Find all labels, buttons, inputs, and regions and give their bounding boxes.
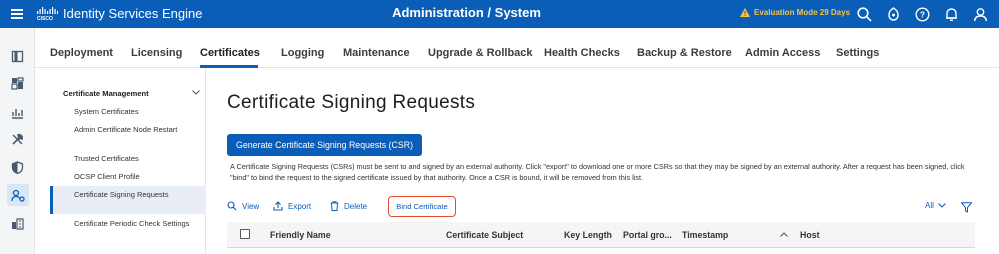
sort-ascending-icon[interactable] — [780, 232, 788, 237]
tab-backup-restore[interactable]: Backup & Restore — [637, 47, 732, 59]
tab-admin-access[interactable]: Admin Access — [745, 47, 820, 59]
view-label: View — [242, 201, 260, 211]
dashboard-icon[interactable] — [8, 74, 26, 92]
export-icon — [273, 201, 283, 211]
description-text: A Certificate Signing Requests (CSRs) mu… — [230, 162, 965, 182]
interactive-help-icon[interactable] — [884, 5, 902, 23]
sidebar-item-certificate-signing-requests[interactable]: Certificate Signing Requests — [50, 186, 206, 214]
delete-label: Delete — [344, 201, 368, 211]
chevron-down-icon — [938, 203, 946, 208]
export-label: Export — [288, 201, 312, 211]
tab-logging[interactable]: Logging — [281, 47, 324, 59]
sidebar-item-system-certificates[interactable]: System Certificates — [50, 107, 206, 117]
evaluation-badge[interactable]: Evaluation Mode 29 Days — [740, 8, 850, 17]
bookmark-icon[interactable] — [8, 47, 26, 65]
tab-upgrade-rollback[interactable]: Upgrade & Rollback — [428, 47, 533, 59]
delete-button[interactable]: Delete — [330, 201, 367, 211]
view-button[interactable]: View — [227, 201, 259, 211]
help-icon[interactable]: ? — [913, 5, 931, 23]
filter-icon[interactable] — [961, 202, 972, 213]
active-tab-indicator — [200, 65, 258, 68]
search-icon — [227, 201, 237, 211]
tab-bar: Deployment Licensing Certificates Loggin… — [35, 28, 999, 68]
page-title: Certificate Signing Requests — [227, 92, 476, 113]
sidebar-item-admin-certificate-node-restart[interactable]: Admin Certificate Node Restart — [50, 125, 206, 135]
evaluation-text: Evaluation Mode 29 Days — [754, 8, 851, 17]
sidebar-item-trusted-certificates[interactable]: Trusted Certificates — [50, 154, 206, 164]
tab-health-checks[interactable]: Health Checks — [544, 47, 620, 59]
operations-icon[interactable] — [8, 130, 26, 148]
column-key-length[interactable]: Key Length — [564, 230, 612, 240]
export-button[interactable]: Export — [273, 201, 311, 211]
notifications-bell-icon[interactable] — [942, 5, 960, 23]
left-icon-rail — [0, 28, 35, 254]
column-certificate-subject[interactable]: Certificate Subject — [446, 230, 523, 240]
top-header: CISCO Identity Services Engine Administr… — [0, 0, 999, 28]
sidebar-item-ocsp-client-profile[interactable]: OCSP Client Profile — [50, 172, 206, 182]
bind-certificate-button[interactable]: Bind Certificate — [388, 196, 456, 217]
warning-icon — [740, 8, 750, 17]
filter-dropdown[interactable]: All — [925, 201, 946, 210]
trash-icon — [330, 201, 339, 211]
context-visibility-icon[interactable] — [8, 103, 26, 121]
svg-text:?: ? — [920, 10, 925, 19]
tab-settings[interactable]: Settings — [836, 47, 879, 59]
column-host[interactable]: Host — [800, 230, 820, 240]
search-icon[interactable] — [855, 5, 873, 23]
filter-label: All — [925, 201, 934, 210]
select-all-checkbox[interactable] — [240, 229, 250, 239]
tab-licensing[interactable]: Licensing — [131, 47, 182, 59]
user-profile-icon[interactable] — [971, 5, 989, 23]
tab-maintenance[interactable]: Maintenance — [343, 47, 410, 59]
policy-icon[interactable] — [8, 158, 26, 176]
tab-certificates[interactable]: Certificates — [200, 47, 260, 59]
sidebar-heading: Certificate Management — [63, 89, 149, 98]
column-friendly-name[interactable]: Friendly Name — [270, 230, 331, 240]
sidebar-item-certificate-periodic-check-settings[interactable]: Certificate Periodic Check Settings — [50, 219, 206, 229]
column-timestamp[interactable]: Timestamp — [682, 230, 728, 240]
table-header: Friendly Name Certificate Subject Key Le… — [227, 222, 975, 248]
sidebar: Certificate Management System Certificat… — [35, 68, 206, 254]
chevron-down-icon[interactable] — [192, 90, 200, 95]
administration-icon[interactable] — [7, 184, 29, 206]
column-portal-group[interactable]: Portal gro... — [623, 230, 672, 240]
work-centers-icon[interactable] — [8, 214, 26, 232]
generate-csr-button[interactable]: Generate Certificate Signing Requests (C… — [227, 134, 422, 156]
tab-deployment[interactable]: Deployment — [50, 47, 113, 59]
